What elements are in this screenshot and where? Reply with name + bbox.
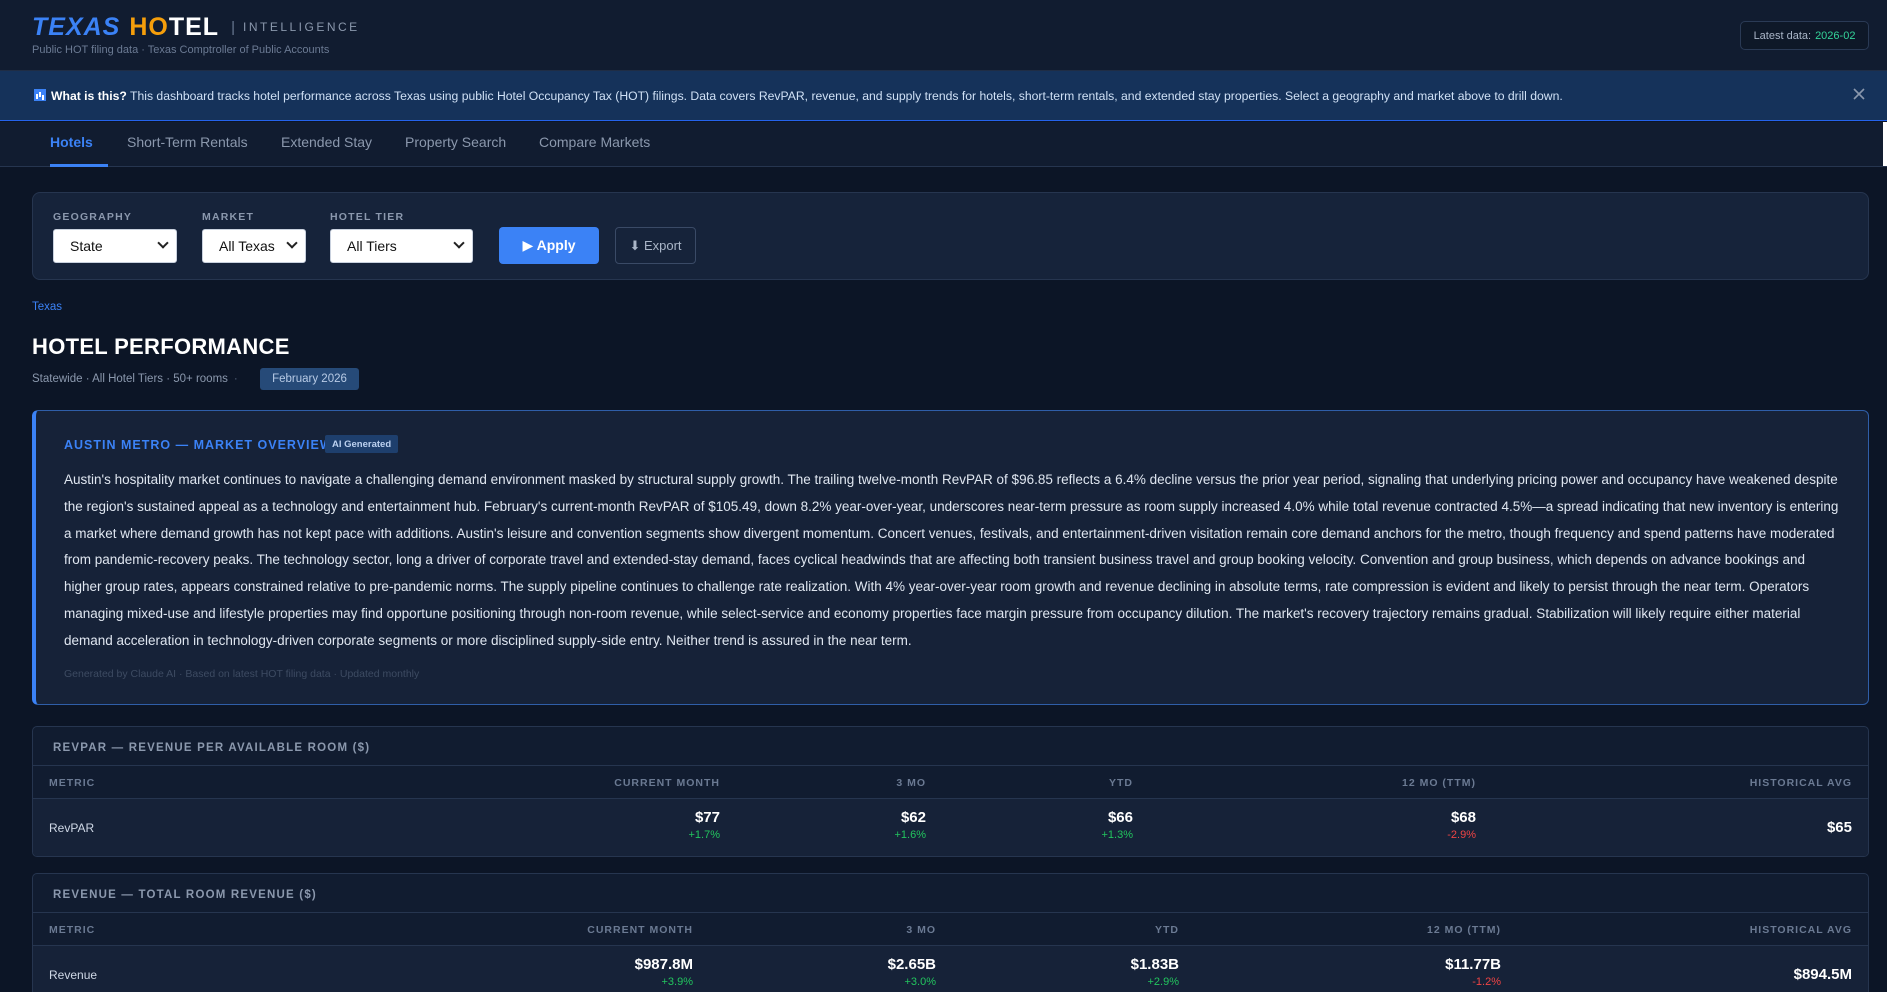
cell-value: $2.65B: [887, 956, 936, 973]
cell-current-month: $77 +1.7%: [689, 809, 721, 841]
ai-generated-badge: AI Generated: [325, 435, 399, 453]
col-current-month: CURRENT MONTH: [587, 924, 693, 936]
chevron-down-icon: [157, 237, 169, 249]
col-historical-avg: HISTORICAL AVG: [1749, 777, 1852, 789]
cell-historical-avg: $65: [1827, 819, 1852, 836]
cell-ytd: $1.83B +2.9%: [1131, 956, 1179, 988]
cell-change: +1.6%: [894, 829, 927, 841]
cell-change: -1.2%: [1472, 976, 1501, 988]
tab-hotels[interactable]: Hotels: [50, 134, 108, 167]
overview-body: Austin's hospitality market continues to…: [64, 472, 1839, 648]
overview-footer: Generated by Claude AI · Based on latest…: [64, 668, 420, 680]
logo-intelligence: INTELLIGENCE: [242, 20, 360, 34]
chevron-down-icon: [286, 237, 298, 249]
cell-current-month: $987.8M +3.9%: [635, 956, 693, 988]
hotel-tier-label: HOTEL TIER: [330, 211, 405, 223]
logo-hotel: HOTEL: [129, 13, 220, 41]
table-row: RevPAR $77 +1.7% $62 +1.6% $66 +1.3% $68…: [33, 799, 1868, 856]
col-3mo: 3 MO: [896, 777, 926, 789]
page-title: HOTEL PERFORMANCE: [32, 334, 290, 359]
latest-data-badge: Latest data: 2026-02: [1740, 21, 1869, 50]
revenue-table-title: REVENUE — TOTAL ROOM REVENUE ($): [53, 889, 317, 901]
col-ytd: YTD: [1109, 777, 1133, 789]
geography-value: State: [70, 238, 103, 254]
col-current-month: CURRENT MONTH: [614, 777, 720, 789]
cell-12mo: $11.77B -1.2%: [1445, 956, 1501, 988]
bar-chart-icon: [34, 89, 46, 101]
cell-change: +3.9%: [661, 976, 694, 988]
tab-extended-stay[interactable]: Extended Stay: [281, 134, 372, 167]
page-subtitle-text: Statewide · All Hotel Tiers · 50+ rooms: [32, 373, 228, 385]
cell-change: +2.9%: [1147, 976, 1180, 988]
period-badge: February 2026: [260, 368, 359, 390]
revenue-table-header: METRIC CURRENT MONTH 3 MO YTD 12 MO (TTM…: [33, 912, 1868, 946]
logo-separator: |: [231, 19, 235, 36]
breadcrumb[interactable]: Texas: [32, 301, 62, 313]
revpar-table-title: REVPAR — REVENUE PER AVAILABLE ROOM ($): [53, 742, 371, 754]
col-metric: METRIC: [49, 924, 96, 936]
cell-value: $11.77B: [1445, 956, 1501, 973]
col-12mo: 12 MO (TTM): [1427, 924, 1501, 936]
row-metric: Revenue: [49, 968, 98, 982]
cell-value: $68: [1450, 809, 1476, 826]
col-3mo: 3 MO: [906, 924, 936, 936]
scroll-edge: [1883, 122, 1887, 166]
cell-value: $65: [1826, 819, 1852, 836]
logo-texas: TEXAS: [32, 13, 121, 41]
export-button[interactable]: ⬇ Export: [615, 227, 696, 264]
geography-label: GEOGRAPHY: [53, 211, 133, 223]
cell-historical-avg: $894.5M: [1794, 966, 1852, 983]
cell-12mo: $68 -2.9%: [1447, 809, 1476, 841]
cell-value: $77: [694, 809, 720, 826]
revpar-table: REVPAR — REVENUE PER AVAILABLE ROOM ($) …: [32, 726, 1869, 857]
cell-change: -2.9%: [1447, 829, 1476, 841]
close-icon[interactable]: [1851, 86, 1867, 102]
cell-value: $987.8M: [634, 956, 693, 973]
info-banner: What is this? This dashboard tracks hote…: [0, 71, 1887, 121]
tab-compare-markets[interactable]: Compare Markets: [539, 134, 650, 167]
banner-question: What is this?: [51, 89, 127, 103]
hotel-tier-value: All Tiers: [347, 238, 397, 254]
table-row: Revenue $987.8M +3.9% $2.65B +3.0% $1.83…: [33, 946, 1868, 992]
cell-value: $62: [900, 809, 926, 826]
market-value: All Texas: [219, 238, 275, 254]
latest-data-label: Latest data:: [1753, 29, 1812, 42]
cell-value: $1.83B: [1130, 956, 1179, 973]
col-12mo: 12 MO (TTM): [1402, 777, 1476, 789]
market-overview-card: AUSTIN METRO — MARKET OVERVIEW AI Genera…: [32, 410, 1869, 705]
geography-select[interactable]: State: [53, 229, 177, 263]
col-historical-avg: HISTORICAL AVG: [1749, 924, 1852, 936]
revenue-table: REVENUE — TOTAL ROOM REVENUE ($) METRIC …: [32, 873, 1869, 992]
filter-panel: GEOGRAPHY State MARKET All Texas HOTEL T…: [32, 192, 1869, 280]
app-header: TEXAS HOTEL | INTELLIGENCE Public HOT fi…: [0, 0, 1887, 71]
row-metric: RevPAR: [49, 821, 95, 835]
overview-title: AUSTIN METRO — MARKET OVERVIEW: [64, 438, 333, 452]
page-subtitle: Statewide · All Hotel Tiers · 50+ rooms ·: [32, 373, 244, 385]
banner-description: This dashboard tracks hotel performance …: [126, 89, 1563, 103]
latest-data-value: 2026-02: [1815, 29, 1856, 42]
cell-change: +3.0%: [904, 976, 937, 988]
cell-change: +1.7%: [688, 829, 721, 841]
tab-property-search[interactable]: Property Search: [405, 134, 506, 167]
cell-3mo: $62 +1.6%: [895, 809, 927, 841]
apply-button[interactable]: ▶ Apply: [499, 227, 599, 264]
cell-value: $66: [1107, 809, 1133, 826]
col-ytd: YTD: [1155, 924, 1179, 936]
market-label: MARKET: [202, 211, 255, 223]
header-subtitle: Public HOT filing data · Texas Comptroll…: [32, 44, 330, 56]
banner-text: What is this? This dashboard tracks hote…: [34, 89, 1563, 103]
brand-logo[interactable]: TEXAS HOTEL | INTELLIGENCE: [32, 13, 360, 42]
chevron-down-icon: [453, 237, 465, 249]
col-metric: METRIC: [49, 777, 96, 789]
subtitle-dot: ·: [233, 373, 238, 385]
hotel-tier-select[interactable]: All Tiers: [330, 229, 473, 263]
cell-change: +1.3%: [1101, 829, 1134, 841]
cell-3mo: $2.65B +3.0%: [888, 956, 936, 988]
cell-ytd: $66 +1.3%: [1102, 809, 1134, 841]
revpar-table-header: METRIC CURRENT MONTH 3 MO YTD 12 MO (TTM…: [33, 765, 1868, 799]
main-tabs: Hotels Short-Term Rentals Extended Stay …: [0, 122, 1887, 167]
cell-value: $894.5M: [1793, 966, 1852, 983]
tab-short-term-rentals[interactable]: Short-Term Rentals: [127, 134, 248, 167]
market-select[interactable]: All Texas: [202, 229, 306, 263]
